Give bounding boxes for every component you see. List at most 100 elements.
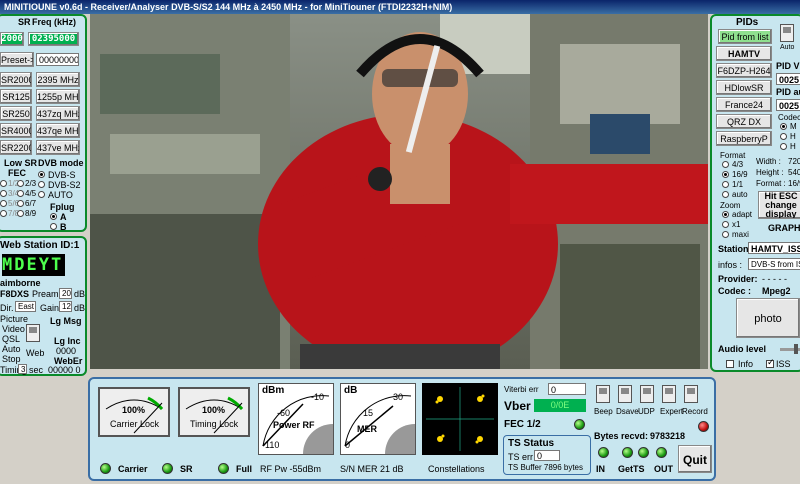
channel-preset-button[interactable]: QRZ DX (716, 114, 772, 129)
channel-preset-button[interactable]: F6DZP-H264 (716, 63, 772, 78)
timing-input[interactable]: 3 (18, 364, 27, 374)
fec-radio[interactable] (17, 190, 24, 197)
vber-value: 0/0E (534, 399, 586, 412)
zoom-radio[interactable] (722, 231, 729, 238)
format-radio[interactable] (722, 191, 729, 198)
channel-preset-button[interactable]: HDlowSR (716, 80, 772, 95)
codec-label: Codec (778, 113, 800, 122)
fec-radio[interactable] (0, 200, 7, 207)
preset-freq-button[interactable]: 437qe MHz (36, 123, 80, 138)
beep-toggle[interactable] (596, 385, 610, 403)
provider-value: - - - - - (762, 274, 787, 284)
preset-freq-button[interactable]: 437ve MHz (36, 140, 80, 155)
station-lcd-display: MDEYT (2, 254, 65, 276)
graph-label: GRAPH (768, 223, 800, 233)
zoom-option-label: x1 (732, 220, 741, 229)
fec-radio[interactable] (0, 210, 7, 217)
display-form-button[interactable]: Hit ESC change display form (758, 191, 800, 219)
constellations-label: Constellations (428, 464, 485, 474)
dvb-mode-radio[interactable] (38, 191, 45, 198)
record-toggle[interactable] (684, 385, 698, 403)
preset-freq-button[interactable]: 1255p MHz (36, 89, 80, 104)
mer-unit: dB (344, 385, 358, 396)
pid-audio-input[interactable]: 0025 (776, 99, 800, 111)
format-option-label: 16/9 (732, 170, 748, 179)
preamp-input[interactable]: 20 (59, 288, 72, 299)
snr-mer-readout: S/N MER 21 dB (340, 464, 404, 474)
display-form-text: display form (765, 209, 797, 219)
fec-radio[interactable] (17, 180, 24, 187)
web-label: Web (26, 348, 45, 358)
preset-input[interactable]: 00000000 (36, 53, 79, 66)
fec-radio[interactable] (17, 210, 24, 217)
preset-sr-button[interactable]: SR250 (0, 106, 32, 121)
iss-checkbox[interactable]: ✓ (766, 357, 775, 368)
channel-preset-button[interactable]: HAMTV (716, 46, 772, 61)
ts-err-label: TS err (508, 452, 534, 462)
freq-value[interactable]: 02395000 (28, 32, 79, 46)
audio-level-thumb[interactable] (794, 344, 798, 354)
viterbi-err-input[interactable]: 0 (548, 383, 586, 395)
preset-freq-button[interactable]: 437zq MHz (36, 106, 80, 121)
gain-input[interactable]: 12 (59, 301, 72, 312)
mer-name: MER (357, 424, 377, 434)
info-checkbox[interactable] (726, 360, 734, 368)
record-label: Record (682, 407, 708, 416)
pid-video-input[interactable]: 0025 (776, 73, 800, 85)
codec-option-label: H (790, 142, 796, 151)
preset-sr-button[interactable]: SR2000 (0, 72, 32, 87)
dvb-mode-label-item: AUTO (48, 190, 73, 200)
power-rf-tick-1: -10 (311, 392, 325, 402)
codec-radio[interactable] (780, 133, 787, 140)
height-label: Height : (756, 168, 784, 177)
fec-option-label: 2/3 (25, 179, 37, 188)
fec-radio[interactable] (0, 180, 7, 187)
format-radio[interactable] (722, 171, 729, 178)
pid-from-list-button[interactable]: Pid from list (718, 29, 772, 44)
format-option-label: auto (732, 190, 748, 199)
sr-value[interactable]: 2000 (0, 32, 24, 46)
carrier-lock-value: 100% (122, 405, 146, 415)
constellation-plot (426, 387, 494, 451)
iss-label: ISS (776, 359, 791, 369)
format-radio[interactable] (722, 161, 729, 168)
quit-button[interactable]: Quit (678, 445, 712, 473)
ts-err-input[interactable]: 0 (534, 450, 560, 461)
preset-button[interactable]: Preset-> (0, 52, 34, 67)
channel-preset-button[interactable]: France24 (716, 97, 772, 112)
preset-freq-button[interactable]: 2395 MHz (36, 72, 80, 87)
preset-sr-button[interactable]: SR125 (0, 89, 32, 104)
infos-input[interactable]: DVB-S from ISS (748, 258, 800, 270)
preset-sr-button[interactable]: SR22000 (0, 140, 32, 155)
photo-button[interactable]: photo (736, 298, 800, 338)
format-radio[interactable] (722, 181, 729, 188)
expert-toggle[interactable] (662, 385, 676, 403)
fplug-radio[interactable] (50, 223, 57, 230)
udp-toggle[interactable] (640, 385, 654, 403)
fplug-radio[interactable] (50, 213, 57, 220)
codec-info-value: Mpeg2 (762, 286, 791, 296)
audio-level-slider[interactable] (780, 344, 800, 354)
freq-header: Freq (kHz) (32, 17, 77, 27)
ts-status-box: TS Status TS err 0 TS Buffer 7896 bytes (503, 435, 591, 475)
station-input[interactable]: HAMTV_ISS (748, 242, 800, 254)
width-label: Width : (756, 157, 781, 166)
dir-input[interactable]: East (15, 301, 36, 312)
dvb-mode-radio[interactable] (38, 171, 45, 178)
video-label: Video (2, 324, 25, 334)
web-toggle[interactable] (26, 324, 40, 342)
fec-radio[interactable] (17, 200, 24, 207)
preset-sr-button[interactable]: SR4000 (0, 123, 32, 138)
codec-radio[interactable] (780, 123, 787, 130)
auto-pid-toggle[interactable] (780, 24, 794, 42)
dvb-mode-radio[interactable] (38, 181, 45, 188)
zoom-radio[interactable] (722, 221, 729, 228)
codec-radio[interactable] (780, 143, 787, 150)
zoom-radio[interactable] (722, 211, 729, 218)
getts-led-2 (638, 447, 649, 458)
dsave-toggle[interactable] (618, 385, 632, 403)
fec-radio[interactable] (0, 190, 7, 197)
qsl-label: QSL (2, 334, 21, 344)
status-panel: 100% Carrier Lock 100% Timing Lock dBm -… (88, 377, 716, 481)
channel-preset-button[interactable]: RaspberryP (716, 131, 772, 146)
